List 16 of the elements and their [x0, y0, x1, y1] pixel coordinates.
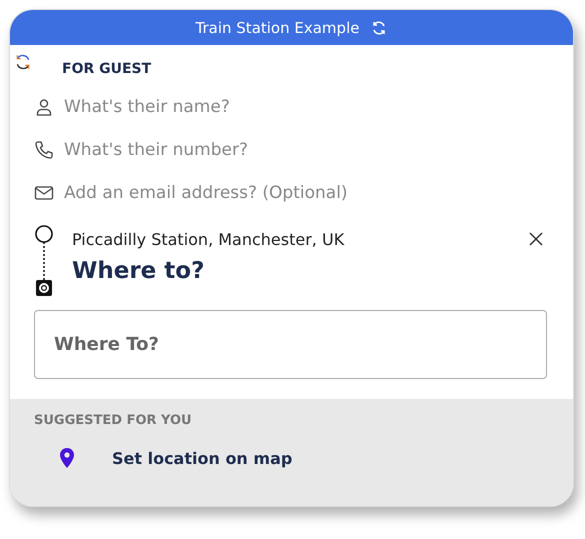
refresh-icon[interactable]: [14, 53, 32, 71]
mail-icon: [34, 184, 54, 200]
destination-field[interactable]: Where To?: [34, 310, 547, 379]
close-icon[interactable]: [529, 232, 543, 246]
origin-address: Piccadilly Station, Manchester, UK: [72, 230, 344, 248]
input-field[interactable]: What's their name?: [64, 96, 549, 116]
person-icon: [34, 98, 54, 116]
input-field[interactable]: Add an email address? (Optional): [64, 182, 549, 202]
header-title: Train Station Example: [196, 18, 360, 36]
section-heading: FOR GUEST: [62, 61, 152, 77]
destination-heading: Where to?: [72, 258, 206, 284]
section-heading: SUGGESTED FOR YOU: [34, 413, 193, 428]
input-field[interactable]: What's their number?: [64, 140, 549, 160]
location-pin-icon: [60, 448, 74, 468]
phone-icon: [34, 140, 54, 160]
suggestion-item[interactable]: Set location on map: [112, 448, 292, 468]
